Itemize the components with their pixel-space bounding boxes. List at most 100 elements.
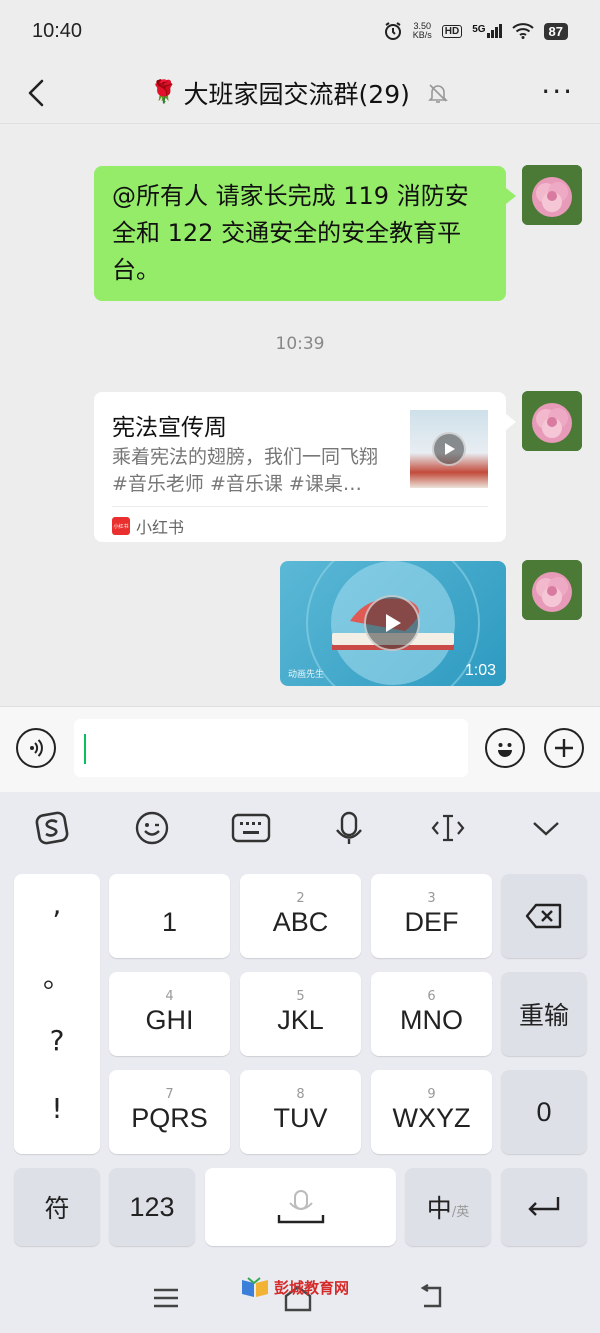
punct-comma[interactable]: ,	[14, 888, 100, 921]
enter-key[interactable]	[501, 1168, 587, 1246]
ime-keyboard: , 。 ? ! 1 2 ABC 3 DEF 4 GHI 5 JKL 6 MNO …	[0, 792, 600, 1262]
avatar[interactable]	[522, 560, 582, 620]
numbers-key[interactable]: 123	[109, 1168, 195, 1246]
key-number: 6	[427, 988, 436, 1004]
key-number: 8	[296, 1086, 305, 1102]
more-options-button[interactable]: ···	[541, 78, 574, 106]
site-watermark-text: 彭城教育网	[274, 1278, 350, 1297]
key-number: 7	[165, 1086, 174, 1102]
key-tuv[interactable]: 8 TUV	[240, 1070, 361, 1154]
cursor-move-icon[interactable]	[428, 810, 468, 846]
key-jkl[interactable]: 5 JKL	[240, 972, 361, 1056]
alarm-icon	[384, 22, 401, 40]
text-message-bubble[interactable]: @所有人 请家长完成 119 消防安全和 122 交通安全的安全教育平台。	[94, 166, 516, 301]
key-abc[interactable]: 2 ABC	[240, 874, 361, 958]
muted-bell-icon	[427, 83, 448, 103]
plus-icon	[555, 739, 573, 757]
back-nav-icon[interactable]	[418, 1284, 448, 1310]
key-wxyz[interactable]: 9 WXYZ	[371, 1070, 492, 1154]
voice-icon	[30, 739, 43, 757]
play-icon	[432, 432, 466, 466]
video-watermark: 动画先生	[288, 670, 325, 680]
chat-title-wrap[interactable]: 🌹 大班家园交流群(29)	[0, 75, 600, 111]
language-switch-key[interactable]: 中 /英	[405, 1168, 491, 1246]
punct-question[interactable]: ?	[14, 1024, 100, 1057]
avatar[interactable]	[522, 165, 582, 225]
punct-period[interactable]: 。	[14, 956, 100, 996]
key-label-alt: /英	[451, 1204, 470, 1220]
punct-exclamation[interactable]: !	[14, 1092, 100, 1125]
video-duration: 1:03	[464, 662, 496, 679]
link-card-thumbnail	[410, 410, 488, 488]
link-card-description: 乘着宪法的翅膀，我们一同飞翔#音乐老师 #音乐课 #课桌…	[112, 446, 379, 495]
link-card-source: 小红书 小红书	[112, 514, 184, 538]
key-number: 4	[165, 988, 174, 1004]
more-functions-button[interactable]	[544, 728, 584, 768]
video-message[interactable]: 动画先生 1:03	[280, 561, 506, 686]
link-card[interactable]: 宪法宣传周 乘着宪法的翅膀，我们一同飞翔#音乐老师 #音乐课 #课桌… 小红书 …	[94, 392, 516, 542]
net-speed-unit: KB/s	[412, 30, 432, 40]
space-key[interactable]	[205, 1168, 396, 1246]
site-watermark: 彭城教育网	[240, 1276, 349, 1298]
key-def[interactable]: 3 DEF	[371, 874, 492, 958]
link-card-source-name: 小红书	[136, 518, 185, 537]
peony-avatar-image	[522, 165, 582, 225]
keyboard-layout-icon[interactable]	[231, 810, 271, 846]
emoji-keyboard-icon[interactable]	[132, 810, 172, 846]
status-icons: 3.50 KB/s HD 5G 87	[383, 21, 568, 41]
battery-icon: 87	[543, 22, 568, 40]
key-label: WXYZ	[392, 1102, 471, 1133]
chat-title: 大班家园交流群(29)	[183, 79, 410, 109]
backspace-icon	[525, 903, 562, 929]
sogou-logo-icon[interactable]	[32, 810, 72, 846]
key-label: DEF	[404, 906, 459, 937]
key-number: 3	[427, 890, 436, 906]
key-mno[interactable]: 6 MNO	[371, 972, 492, 1056]
key-0[interactable]: 0	[501, 1070, 587, 1154]
chat-header: 🌹 大班家园交流群(29) ···	[0, 62, 600, 124]
key-ghi[interactable]: 4 GHI	[109, 972, 230, 1056]
status-time: 10:40	[32, 19, 83, 42]
key-label: PQRS	[131, 1102, 208, 1133]
key-pqrs[interactable]: 7 PQRS	[109, 1070, 230, 1154]
menu-nav-icon[interactable]	[152, 1286, 180, 1310]
key-1[interactable]: 1	[109, 874, 230, 958]
key-label: 0	[536, 1096, 552, 1127]
signal-label: 5G	[472, 24, 486, 35]
xiaohongshu-logo: 小红书	[112, 517, 130, 535]
key-label: MNO	[400, 1004, 463, 1035]
avatar[interactable]	[522, 391, 582, 451]
microphone-icon[interactable]	[329, 810, 369, 846]
message-text-input[interactable]	[74, 719, 468, 777]
signal-icon: 5G	[472, 24, 502, 38]
reinput-key[interactable]: 重输	[501, 972, 587, 1056]
smile-icon	[498, 743, 512, 757]
net-speed: 3.50 KB/s	[413, 22, 432, 40]
enter-icon	[528, 1197, 560, 1216]
collapse-keyboard-icon[interactable]	[526, 810, 566, 846]
message-timestamp: 10:39	[275, 334, 325, 354]
keyboard-toolbar	[0, 792, 600, 864]
key-label: 123	[129, 1191, 175, 1222]
play-icon	[364, 595, 420, 651]
key-label: ABC	[272, 906, 329, 937]
link-card-title: 宪法宣传周	[112, 415, 227, 441]
key-label: GHI	[145, 1004, 194, 1035]
hd-badge: HD	[441, 24, 463, 38]
emoji-button[interactable]	[485, 728, 525, 768]
key-label: TUV	[273, 1102, 328, 1133]
space-mic-icon	[277, 1190, 324, 1224]
text-message-content: @所有人 请家长完成 119 消防安全和 122 交通安全的安全教育平台。	[112, 182, 469, 284]
key-number: 9	[427, 1086, 436, 1102]
voice-input-button[interactable]	[16, 728, 56, 768]
peony-avatar-image	[522, 391, 582, 451]
link-card-divider	[112, 506, 488, 507]
peony-avatar-image	[522, 560, 582, 620]
backspace-key[interactable]	[501, 874, 587, 958]
key-label: JKL	[277, 1004, 324, 1035]
rose-emoji: 🌹	[150, 80, 178, 105]
symbol-key[interactable]: 符	[14, 1168, 100, 1246]
status-bar: 10:40 3.50 KB/s HD 5G 87	[0, 0, 600, 62]
key-label: 重输	[518, 1001, 569, 1030]
punctuation-column[interactable]: , 。 ? !	[14, 874, 100, 1154]
